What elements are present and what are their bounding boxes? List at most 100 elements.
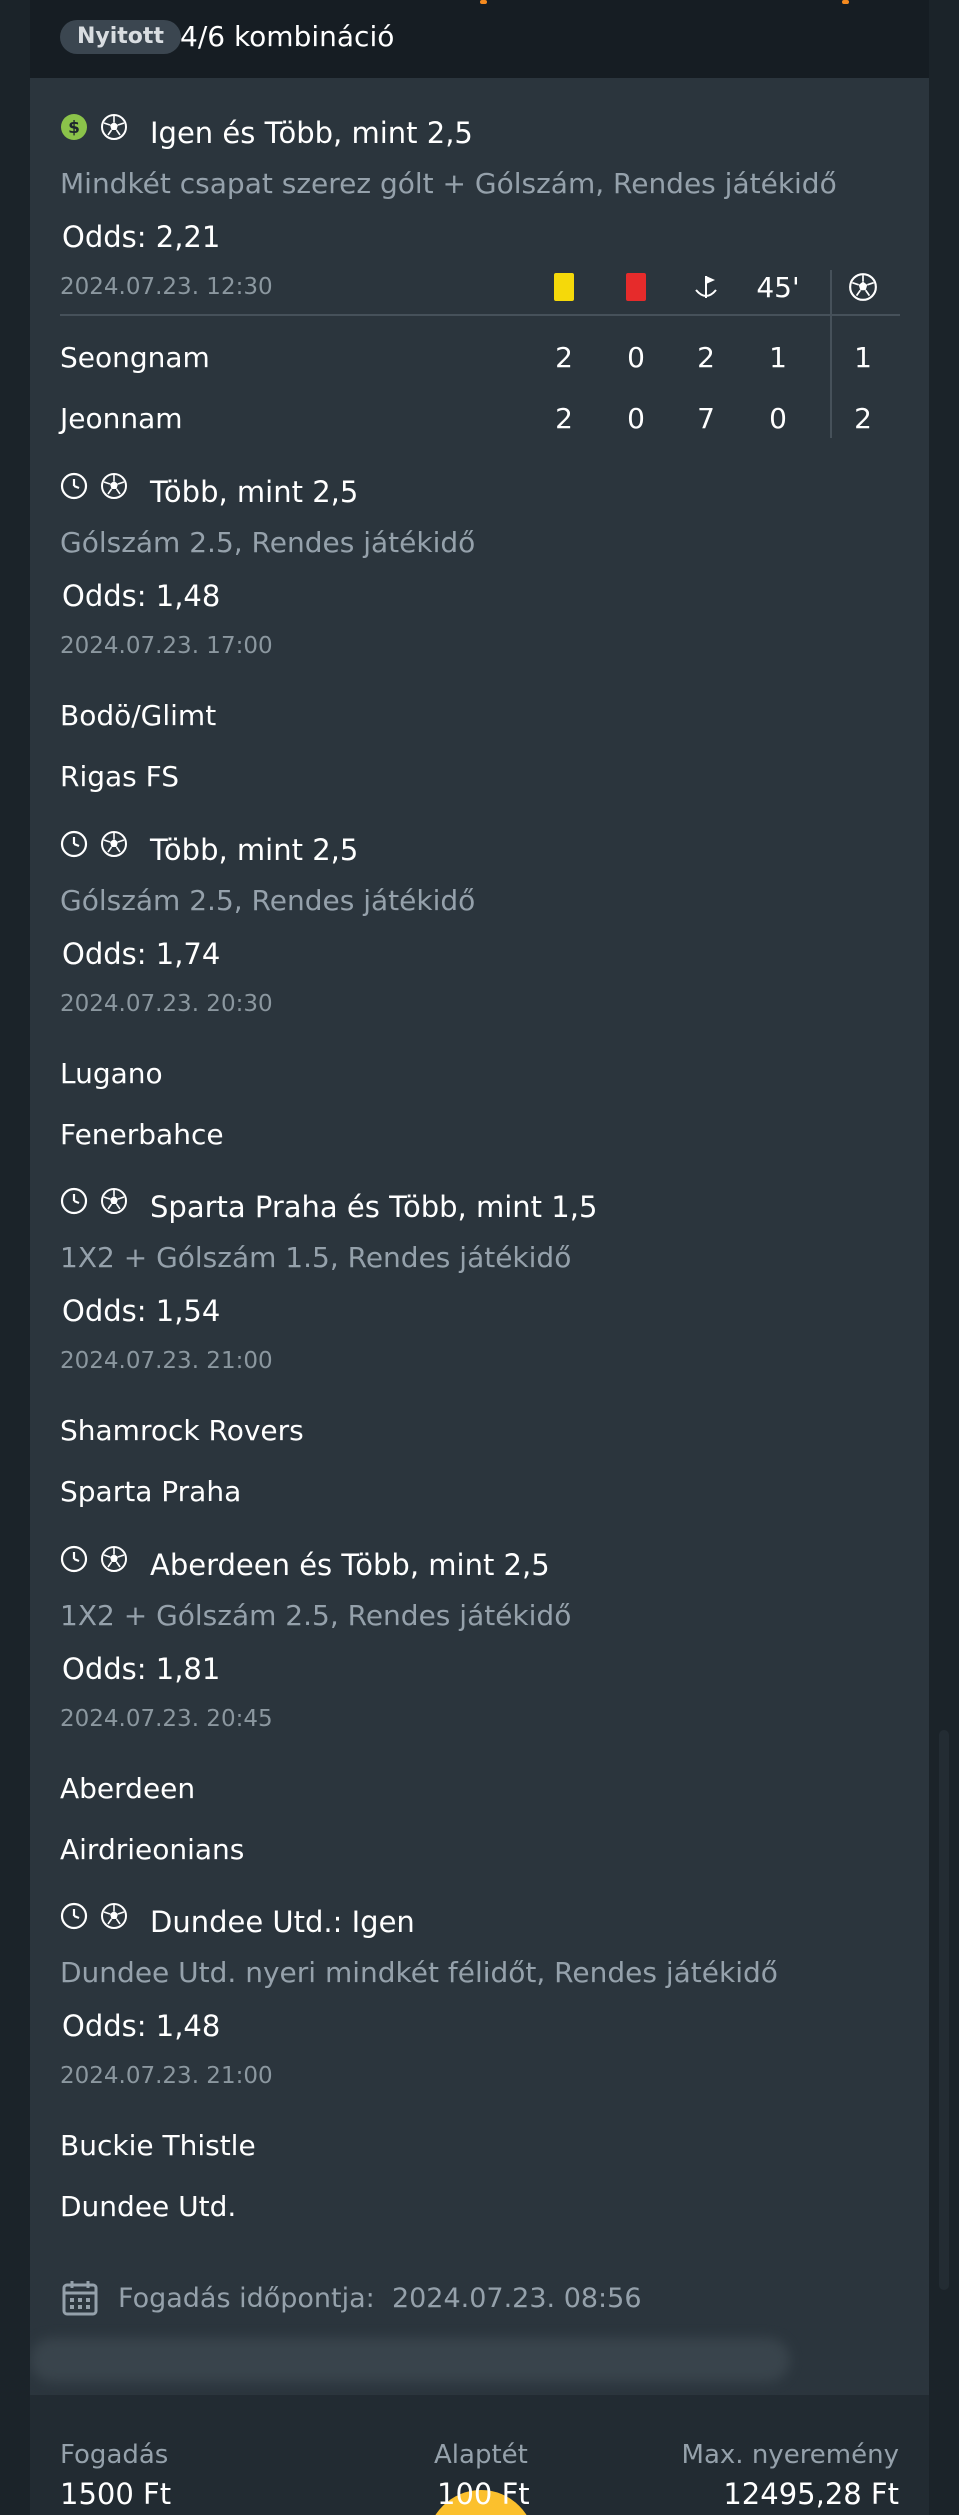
header-accent-mark [480, 0, 487, 4]
bet-odds: Odds: 1,81 [62, 1651, 220, 1687]
soccer-ball-icon [100, 1545, 128, 1577]
red-card-icon [616, 270, 656, 304]
svg-text:$: $ [68, 118, 80, 138]
home-team: Lugano [60, 1057, 163, 1090]
away-team: Airdrieonians [60, 1833, 245, 1866]
bet-market: Gólszám 2.5, Rendes játékidő [60, 526, 476, 559]
placed-value: 2024.07.23. 08:56 [391, 2282, 642, 2314]
away-team: Jeonnam [60, 402, 183, 435]
odds-label: Odds: [62, 1294, 147, 1328]
odds-value: 1,54 [155, 1294, 221, 1328]
home-team: Shamrock Rovers [60, 1414, 304, 1447]
bet-status-icons [60, 1902, 128, 1934]
bet-status-icons [60, 1545, 128, 1577]
match-datetime: 2024.07.23. 20:45 [60, 1706, 273, 1732]
odds-label: Odds: [62, 1652, 147, 1686]
odds-label: Odds: [62, 220, 147, 254]
home-stat: 1 [769, 341, 787, 374]
dollar-circle-icon: $ [61, 114, 87, 140]
home-team: Buckie Thistle [60, 2129, 256, 2162]
status-badge: Nyitott [60, 20, 181, 54]
ticket-footer: Fogadás 1500 Ft Alaptét 100 Ft Max. nyer… [30, 2395, 929, 2515]
max-win-value: 12495,28 Ft [723, 2477, 899, 2511]
minute-label: 45' [756, 270, 800, 304]
scrollbar[interactable] [939, 1730, 949, 2290]
soccer-ball-icon [100, 830, 128, 862]
blurred-content [30, 2338, 790, 2382]
placed-label: Fogadás időpontja: [118, 2282, 375, 2314]
bet-market: 1X2 + Gólszám 2.5, Rendes játékidő [60, 1599, 572, 1632]
bet-selection: Sparta Praha és Több, mint 1,5 [150, 1190, 598, 1224]
header-accent-mark [842, 0, 849, 4]
match-datetime: 2024.07.23. 12:30 [60, 274, 273, 300]
odds-value: 1,74 [155, 937, 221, 971]
soccer-ball-icon [100, 472, 128, 504]
match-datetime: 2024.07.23. 21:00 [60, 2063, 273, 2089]
ticket-card: Nyitott 4/6 kombináció $ Igen és Több, m… [30, 0, 929, 2515]
yellow-card-icon [544, 270, 584, 304]
clock-icon [60, 1545, 88, 1577]
placed-time: Fogadás időpontja: 2024.07.23. 08:56 [60, 2278, 642, 2318]
stats-vertical-divider [830, 270, 832, 438]
ticket-header: Nyitott 4/6 kombináció [30, 0, 929, 78]
clock-icon [60, 1187, 88, 1219]
stats-divider [60, 314, 900, 316]
away-stat: 7 [697, 402, 715, 435]
odds-value: 2,21 [155, 220, 221, 254]
home-stat: 2 [555, 341, 573, 374]
max-win-label: Max. nyeremény [681, 2440, 899, 2470]
away-stat: 0 [627, 402, 645, 435]
bet-status-icons: $ [60, 113, 128, 141]
bet-odds: Odds: 1,48 [62, 2008, 220, 2044]
corner-flag-icon [686, 270, 726, 304]
bet-status-icons [60, 1187, 128, 1219]
bet-selection: Több, mint 2,5 [150, 475, 359, 509]
bet-selection: Dundee Utd.: Igen [150, 1905, 415, 1939]
bet-odds: Odds: 1,74 [62, 936, 220, 972]
home-team: Aberdeen [60, 1772, 196, 1805]
match-datetime: 2024.07.23. 17:00 [60, 633, 273, 659]
combination-label: 4/6 kombináció [180, 20, 395, 53]
bet-selection: Aberdeen és Több, mint 2,5 [150, 1548, 550, 1582]
soccer-ball-icon [101, 114, 127, 140]
away-stat: 2 [555, 402, 573, 435]
home-stat: 2 [697, 341, 715, 374]
away-score: 2 [854, 402, 872, 435]
odds-label: Odds: [62, 579, 147, 613]
home-score: 1 [854, 341, 872, 374]
away-team: Rigas FS [60, 760, 180, 793]
bet-status-icons [60, 472, 128, 504]
base-stake-value: 100 Ft [437, 2477, 530, 2511]
stake-label: Fogadás [60, 2440, 169, 2470]
bet-market: 1X2 + Gólszám 1.5, Rendes játékidő [60, 1241, 572, 1274]
bet-status-icons [60, 830, 128, 862]
away-stat: 0 [769, 402, 787, 435]
home-team: Seongnam [60, 341, 210, 374]
home-stat: 0 [627, 341, 645, 374]
away-team: Fenerbahce [60, 1118, 224, 1151]
odds-value: 1,48 [155, 579, 221, 613]
clock-icon [60, 1902, 88, 1934]
odds-value: 1,48 [155, 2009, 221, 2043]
left-margin [0, 0, 30, 2515]
odds-value: 1,81 [155, 1652, 221, 1686]
right-margin [929, 0, 959, 2515]
match-datetime: 2024.07.23. 21:00 [60, 1348, 273, 1374]
bet-market: Mindkét csapat szerez gólt + Gólszám, Re… [60, 167, 837, 200]
base-stake-label: Alaptét [434, 2440, 528, 2470]
soccer-ball-icon [100, 1902, 128, 1934]
away-team: Sparta Praha [60, 1475, 242, 1508]
clock-icon [60, 472, 88, 504]
bet-market: Dundee Utd. nyeri mindkét félidőt, Rende… [60, 1956, 778, 1989]
bet-odds: Odds: 2,21 [62, 219, 220, 255]
stake-value: 1500 Ft [60, 2477, 172, 2511]
away-team: Dundee Utd. [60, 2190, 237, 2223]
odds-label: Odds: [62, 2009, 147, 2043]
bet-market: Gólszám 2.5, Rendes játékidő [60, 884, 476, 917]
bet-odds: Odds: 1,48 [62, 578, 220, 614]
calendar-icon [62, 2281, 98, 2316]
goals-column-icon [843, 270, 883, 304]
match-datetime: 2024.07.23. 20:30 [60, 991, 273, 1017]
soccer-ball-icon [100, 1187, 128, 1219]
bet-selection: Igen és Több, mint 2,5 [150, 116, 473, 150]
